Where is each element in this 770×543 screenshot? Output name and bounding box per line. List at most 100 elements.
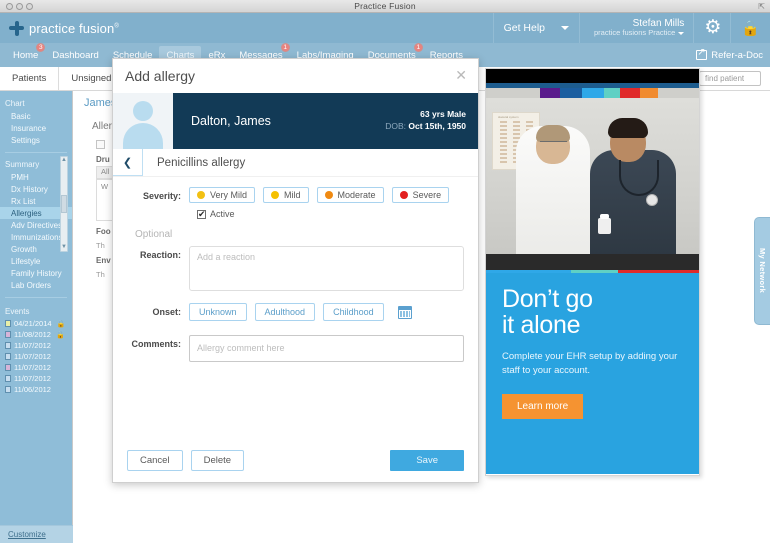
brand-logo[interactable]: practice fusion® xyxy=(0,20,119,36)
nav-item-dashboard[interactable]: Dashboard xyxy=(45,46,105,65)
list-item[interactable]: 11/07/2012 xyxy=(0,362,72,373)
active-checkbox[interactable] xyxy=(197,209,206,220)
patient-banner: Dalton, James 63 yrs Male DOB: Oct 15th,… xyxy=(113,93,478,149)
sidebar-item-lab-orders[interactable]: Lab Orders xyxy=(0,279,72,291)
doctor-hair xyxy=(536,125,570,142)
user-practice: practice fusions Practice xyxy=(594,28,676,38)
severity-option-mild[interactable]: Mild xyxy=(263,187,309,203)
settings-button[interactable] xyxy=(693,13,730,43)
patient-name: Dalton, James xyxy=(191,114,271,128)
avatar-head-icon xyxy=(133,101,153,121)
promo-heading-line2: it alone xyxy=(502,310,581,339)
nav-badge: 1 xyxy=(413,42,423,52)
find-patient-input[interactable]: find patient xyxy=(699,71,761,86)
learn-more-button[interactable]: Learn more xyxy=(502,393,584,419)
comments-input[interactable]: Allergy comment here xyxy=(189,335,464,362)
event-icon xyxy=(5,320,11,327)
event-date: 11/07/2012 xyxy=(14,352,51,361)
active-label: Active xyxy=(210,209,235,219)
refer-label: Refer-a-Doc xyxy=(711,49,763,61)
refer-a-doc-button[interactable]: Refer-a-Doc xyxy=(696,47,763,61)
list-item[interactable]: 11/06/2012 xyxy=(0,384,72,395)
window-title: Practice Fusion xyxy=(354,1,416,11)
event-icon xyxy=(5,331,11,338)
sidebar-group-chart: Chart Basic Insurance Settings xyxy=(0,95,72,149)
list-item[interactable]: 04/21/2014 🔒 xyxy=(0,318,72,329)
colleague-hair xyxy=(608,118,648,138)
chip-teal xyxy=(604,88,620,98)
cancel-button[interactable]: Cancel xyxy=(127,449,183,471)
pill-bottle-icon xyxy=(598,214,611,234)
onset-option-unknown[interactable]: Unknown xyxy=(189,303,247,321)
lock-button[interactable]: 🔒 xyxy=(730,13,770,43)
scroll-up-icon[interactable]: ▲ xyxy=(61,157,67,164)
patient-meta: 63 yrs Male DOB: Oct 15th, 1950 xyxy=(385,109,466,133)
nav-label: Home xyxy=(13,49,39,61)
sidebar-item-basic[interactable]: Basic xyxy=(0,110,72,122)
tab-patients[interactable]: Patients xyxy=(0,67,60,90)
event-date: 11/07/2012 xyxy=(14,341,51,350)
list-item[interactable]: 11/07/2012 xyxy=(0,351,72,362)
promo-body-text: Complete your EHR setup by adding your s… xyxy=(502,350,678,377)
calendar-icon[interactable] xyxy=(397,305,412,319)
reaction-row: Reaction: Add a reaction xyxy=(127,246,464,291)
sidebar-scrollbar[interactable]: ▲ ▼ xyxy=(60,156,68,252)
onset-option-childhood[interactable]: Childhood xyxy=(323,303,384,321)
reaction-label: Reaction: xyxy=(139,250,181,260)
brand-label: practice fusion xyxy=(29,20,115,36)
close-window-button[interactable] xyxy=(6,3,13,10)
severity-dot-icon xyxy=(399,191,408,199)
list-item[interactable]: 11/07/2012 xyxy=(0,340,72,351)
back-button[interactable]: ❮ xyxy=(113,149,143,176)
scrollbar-thumb[interactable] xyxy=(61,195,67,213)
nav-item-home[interactable]: Home 3 xyxy=(6,42,46,65)
list-item[interactable]: 11/08/2012 🔒 xyxy=(0,329,72,340)
sidebar-item-insurance[interactable]: Insurance xyxy=(0,122,72,134)
severity-option-very-mild[interactable]: Very Mild xyxy=(189,187,256,203)
my-network-tab[interactable]: My Network xyxy=(754,217,770,325)
onset-option-adulthood[interactable]: Adulthood xyxy=(254,303,316,321)
scroll-down-icon[interactable]: ▼ xyxy=(61,244,67,251)
minimize-window-button[interactable] xyxy=(16,3,23,10)
list-item[interactable]: 11/07/2012 xyxy=(0,373,72,384)
chevron-down-icon xyxy=(561,26,570,30)
chip-orange xyxy=(640,88,658,98)
user-menu[interactable]: Stefan Mills practice fusions Practice xyxy=(579,13,693,43)
sidebar-item-family-history[interactable]: Family History xyxy=(0,267,72,279)
tab-label: Unsigned xyxy=(71,73,112,84)
promo-photo: skeletal system xyxy=(486,98,699,270)
get-help-menu[interactable]: Get Help xyxy=(492,13,579,43)
expand-icon[interactable]: ⇱ xyxy=(758,2,765,11)
customize-link[interactable]: Customize xyxy=(0,525,73,543)
share-icon xyxy=(696,47,708,60)
promo-heading-line1: Don’t go xyxy=(502,285,593,313)
app-header: practice fusion® Get Help Stefan Mills p… xyxy=(0,13,770,43)
glasses-icon xyxy=(540,141,567,146)
delete-button[interactable]: Delete xyxy=(190,449,245,471)
active-row[interactable]: Active xyxy=(197,209,464,220)
nav-badge: 3 xyxy=(36,42,46,52)
severity-option-label: Mild xyxy=(284,190,301,200)
window-traffic-lights[interactable] xyxy=(6,3,33,10)
event-icon xyxy=(5,364,11,371)
no-known-allergies-checkbox[interactable] xyxy=(96,140,105,149)
sidebar-item-lifestyle[interactable]: Lifestyle xyxy=(0,255,72,267)
severity-option-moderate[interactable]: Moderate xyxy=(316,187,384,203)
nav-badge: 1 xyxy=(280,42,290,52)
event-date: 11/07/2012 xyxy=(14,363,51,372)
save-button[interactable]: Save xyxy=(390,449,464,471)
event-icon xyxy=(5,353,11,360)
comments-label: Comments: xyxy=(131,339,181,349)
onset-options: Unknown Adulthood Childhood xyxy=(189,303,412,321)
poster-caption: skeletal system xyxy=(498,115,519,119)
event-icon xyxy=(5,342,11,349)
gear-icon xyxy=(704,20,720,36)
allergy-subheader: ❮ Penicillins allergy xyxy=(113,149,478,177)
maximize-window-button[interactable] xyxy=(26,3,33,10)
severity-option-severe[interactable]: Severe xyxy=(391,187,450,203)
close-icon[interactable]: ✕ xyxy=(455,68,467,82)
patient-age-sex: 63 yrs Male xyxy=(420,109,466,120)
modal-title-label: Add allergy xyxy=(125,68,196,84)
sidebar-item-settings[interactable]: Settings xyxy=(0,134,72,146)
reaction-input[interactable]: Add a reaction xyxy=(189,246,464,291)
